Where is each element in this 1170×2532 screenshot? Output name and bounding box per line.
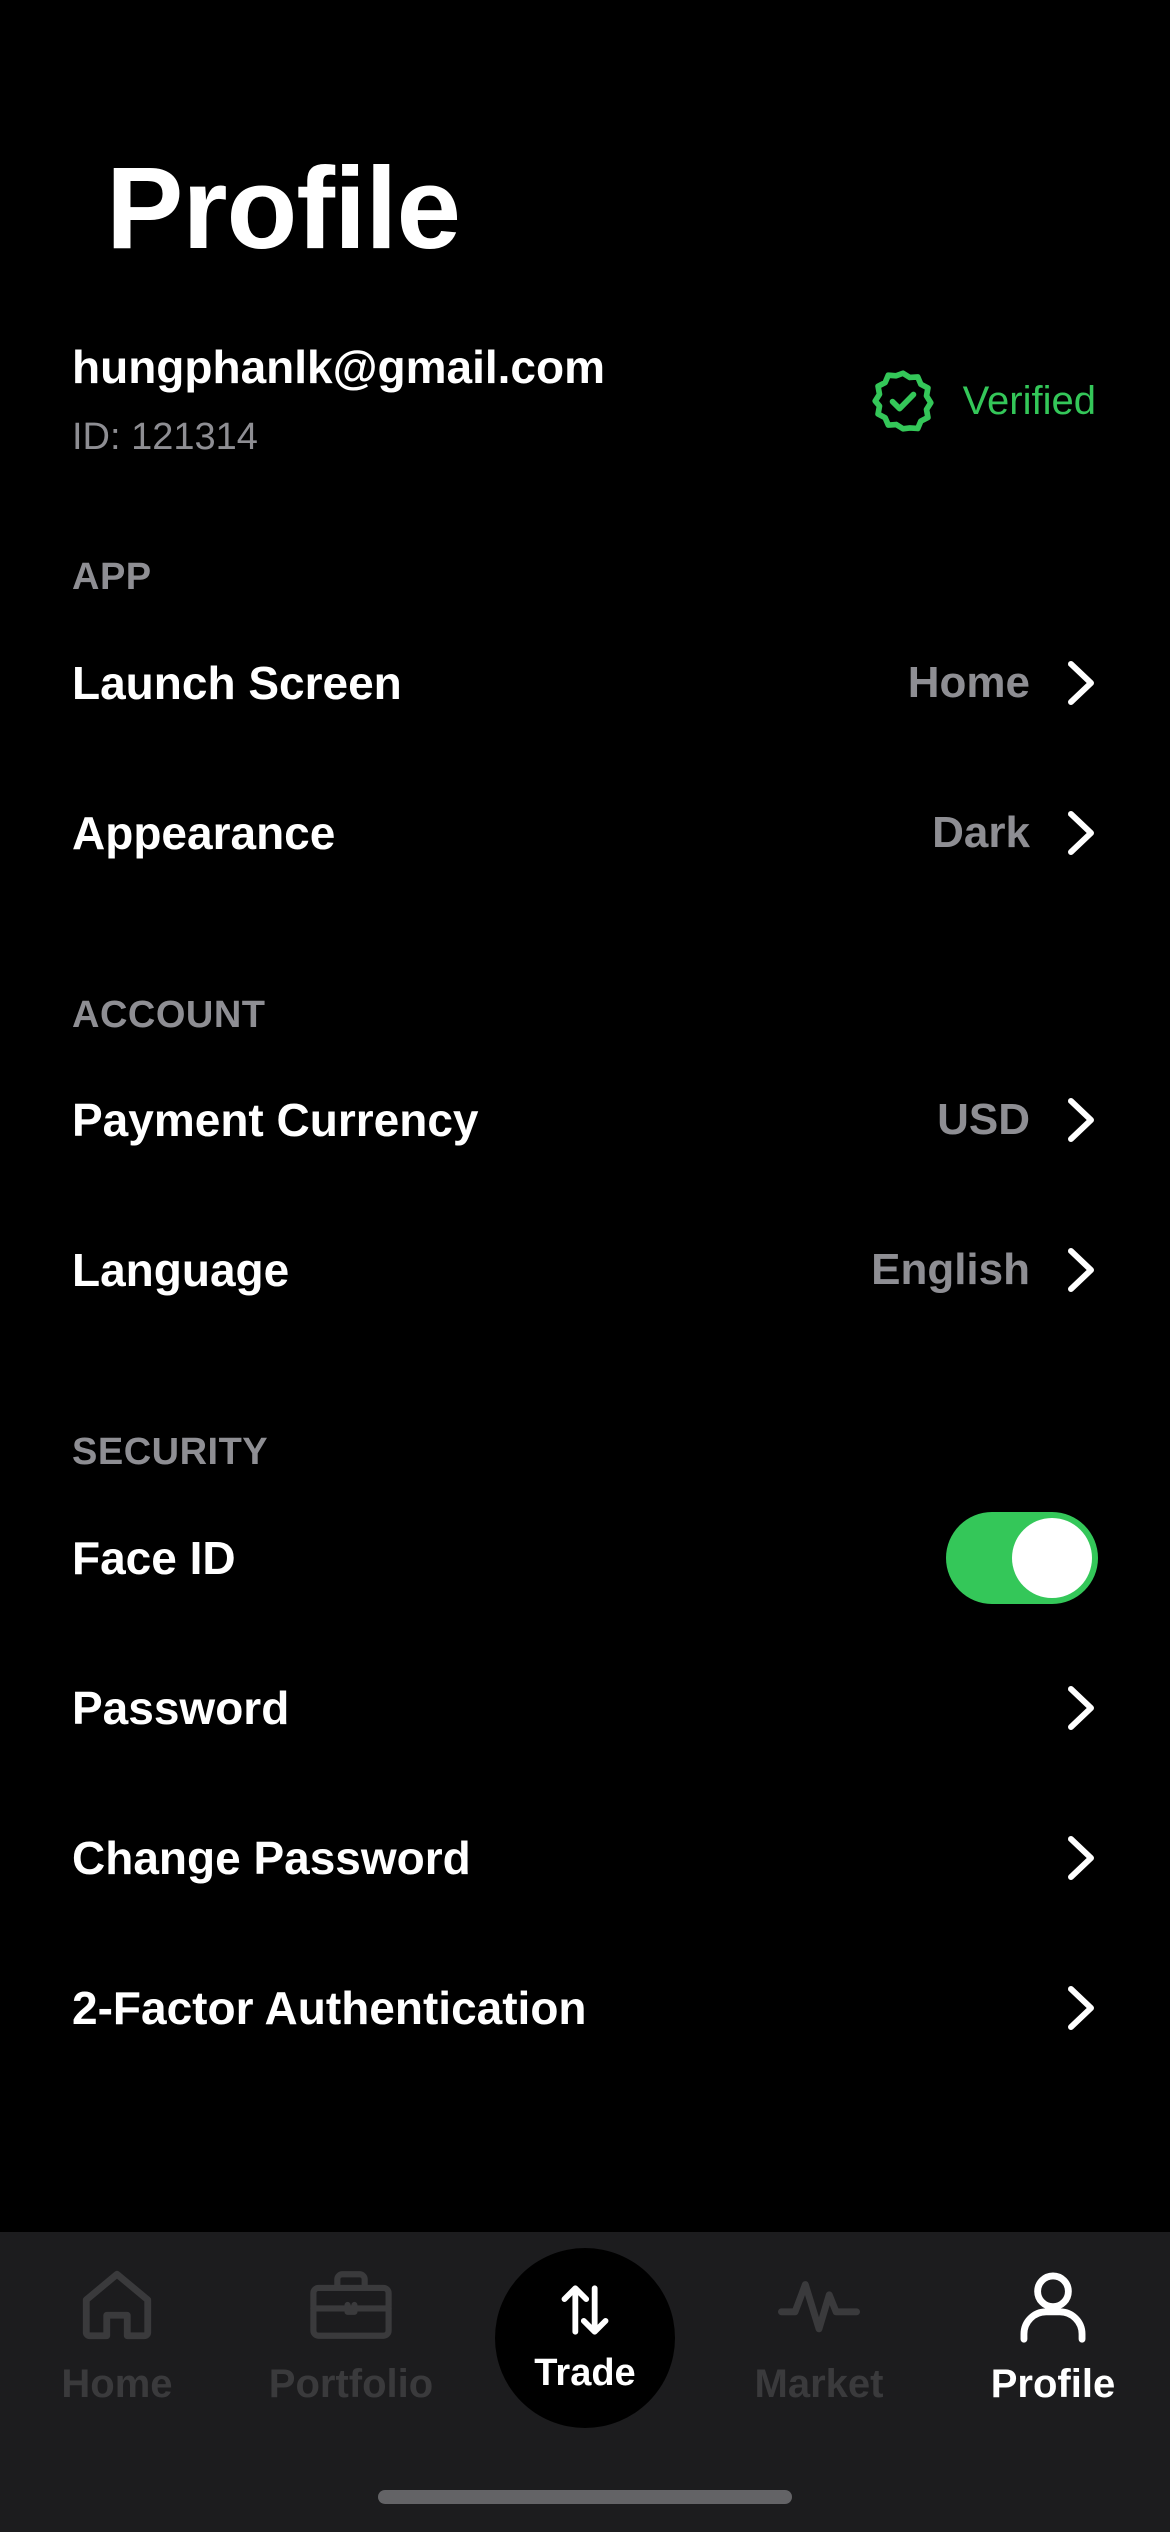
home-indicator	[378, 2490, 792, 2504]
tab-label: Profile	[990, 2362, 1116, 2406]
home-icon	[76, 2260, 158, 2350]
page-title: Profile	[106, 143, 461, 273]
tab-profile[interactable]: Profile	[936, 2232, 1170, 2452]
row-value: USD	[937, 1095, 1030, 1144]
row-label: Launch Screen	[72, 657, 402, 709]
language-row[interactable]: Language English	[72, 1225, 1098, 1315]
section-header-app: APP	[72, 556, 152, 598]
tab-portfolio[interactable]: Portfolio	[234, 2232, 468, 2452]
row-label: Language	[72, 1244, 290, 1296]
chevron-right-icon	[1064, 809, 1098, 857]
chevron-right-icon	[1064, 1684, 1098, 1732]
row-label: Face ID	[72, 1532, 236, 1584]
row-value: English	[871, 1245, 1030, 1294]
row-label: Payment Currency	[72, 1094, 479, 1146]
tab-market[interactable]: Market	[702, 2232, 936, 2452]
tab-label: Trade	[534, 2352, 636, 2394]
verified-label: Verified	[962, 378, 1096, 423]
row-value: Dark	[932, 808, 1030, 857]
row-label: Appearance	[72, 807, 336, 859]
appearance-row[interactable]: Appearance Dark	[72, 788, 1098, 878]
chevron-right-icon	[1064, 1834, 1098, 1882]
launch-screen-row[interactable]: Launch Screen Home	[72, 638, 1098, 728]
section-header-account: ACCOUNT	[72, 994, 266, 1036]
row-label: Password	[72, 1682, 290, 1734]
chevron-right-icon	[1064, 1984, 1098, 2032]
row-value: Home	[907, 658, 1030, 707]
two-factor-auth-row[interactable]: 2-Factor Authentication	[72, 1963, 1098, 2053]
row-label: 2-Factor Authentication	[72, 1982, 587, 2034]
face-id-toggle[interactable]	[946, 1512, 1098, 1604]
chevron-right-icon	[1064, 1246, 1098, 1294]
user-email: hungphanlk@gmail.com	[72, 341, 605, 393]
section-header-security: SECURITY	[72, 1431, 269, 1473]
tab-label: Portfolio	[268, 2362, 434, 2406]
trade-button[interactable]: Trade	[495, 2248, 675, 2428]
toggle-knob	[1012, 1518, 1092, 1598]
change-password-row[interactable]: Change Password	[72, 1813, 1098, 1903]
user-id: ID: 121314	[72, 416, 258, 458]
chevron-right-icon	[1064, 659, 1098, 707]
tab-label: Home	[61, 2362, 173, 2406]
payment-currency-row[interactable]: Payment Currency USD	[72, 1075, 1098, 1165]
user-icon	[1012, 2260, 1094, 2350]
face-id-row: Face ID	[72, 1512, 1098, 1604]
tab-home[interactable]: Home	[0, 2232, 234, 2452]
briefcase-icon	[305, 2260, 397, 2350]
swap-arrows-icon	[556, 2281, 614, 2344]
verified-badge: Verified	[869, 366, 1096, 436]
row-label: Change Password	[72, 1832, 471, 1884]
activity-icon	[778, 2260, 860, 2350]
chevron-right-icon	[1064, 1096, 1098, 1144]
tab-label: Market	[754, 2362, 884, 2406]
password-row[interactable]: Password	[72, 1663, 1098, 1753]
badge-check-icon	[869, 367, 937, 435]
